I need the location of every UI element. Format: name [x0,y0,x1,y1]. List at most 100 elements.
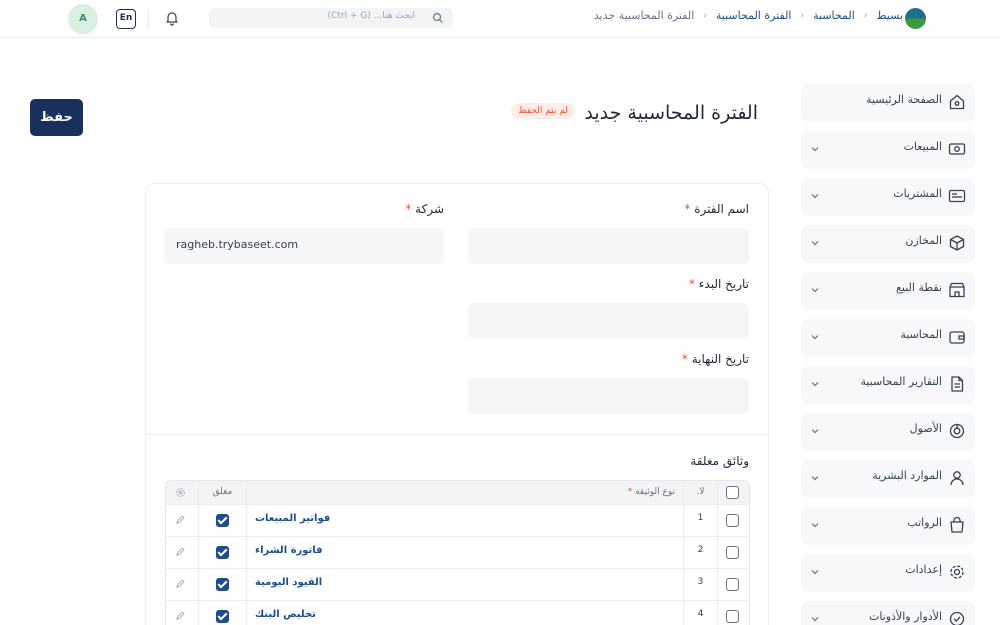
company-label-text: شركة [415,202,444,216]
chevron-down-icon [811,523,819,528]
row-checkbox[interactable] [726,610,739,623]
sidebar-item-label: الأدوار والأذونات [868,610,942,623]
breadcrumb-separator: ‹ [703,10,707,21]
purchases-icon [948,189,966,203]
required-mark: * [681,352,688,366]
select-all-cell [717,481,749,504]
sidebar-item-label: التقارير المحاسبية [860,375,942,388]
sidebar-item-warehouses[interactable]: المخازن [801,225,975,263]
pencil-icon[interactable] [175,546,186,557]
select-all-checkbox[interactable] [726,486,739,499]
sidebar-item-pos[interactable]: نقطة البيع [801,272,975,310]
sidebar-item-assets[interactable]: الأصول [801,413,975,451]
sidebar-item-accounting[interactable]: المحاسبة [801,319,975,357]
breadcrumb-separator: ‹ [800,10,805,21]
closed-checkbox[interactable] [216,514,229,527]
sidebar-item-settings[interactable]: إعدادات [801,554,975,592]
sidebar-item-hr[interactable]: الموارد البشرية [801,460,975,498]
closed-checkbox[interactable] [216,578,229,591]
sidebar-item-label: المحاسبة [900,328,942,341]
row-checkbox[interactable] [726,546,739,559]
end-date-field[interactable] [468,378,749,414]
row-doc-type-cell[interactable]: القيود اليومية [246,569,683,600]
sidebar-item-purchases[interactable]: المشتريات [801,178,975,216]
breadcrumb-accounting[interactable]: المحاسبة [813,9,855,22]
gear-icon [950,565,964,579]
bell-icon[interactable] [164,10,180,26]
table-row[interactable]: 1 فواتير المبيعات [166,505,749,537]
header-doc-type-cell: نوع الوثيقة * [246,481,683,504]
row-num: 1 [697,513,704,523]
sidebar-item-label: الموارد البشرية [872,469,942,482]
end-date-label: تاريخ النهاية * [682,352,749,366]
breadcrumb-accounting-period[interactable]: الفترة المحاسبية [716,9,792,22]
company-field[interactable]: ragheb.trybaseet.com [164,228,444,264]
sidebar-item-roles[interactable]: الأدوار والأذونات [801,601,975,625]
app-logo-icon[interactable] [905,8,926,29]
pencil-icon[interactable] [175,578,186,589]
header-settings-cell [166,481,198,504]
row-doc-type-cell[interactable]: تخليص البنك [246,601,683,625]
chevron-down-icon [811,617,819,622]
sidebar-item-label: المشتريات [893,187,942,200]
sidebar: الصفحة الرئيسية المبيعات المشتريات المخا… [801,84,975,625]
table-row[interactable]: 2 فاتورة الشراء [166,537,749,569]
row-doc-type: فواتير المبيعات [255,513,331,524]
closed-documents-table: لا. نوع الوثيقة * مغلق 1 فواتير المبيعات… [165,480,750,625]
chevron-down-icon [811,570,819,575]
sidebar-item-sales[interactable]: المبيعات [801,131,975,169]
avatar[interactable]: A [68,4,98,34]
save-button[interactable]: حفظ [30,99,83,136]
wallet-icon [949,331,965,344]
breadcrumb-separator: ‹ [863,10,868,21]
start-date-label: تاريخ البدء * [689,277,749,291]
cash-icon [948,143,966,155]
closed-checkbox[interactable] [216,610,229,623]
row-edit-cell [166,569,198,600]
row-doc-type: القيود اليومية [255,577,323,588]
row-num: 4 [697,609,704,619]
pencil-icon[interactable] [175,610,186,621]
row-doc-type-cell[interactable]: فواتير المبيعات [246,505,683,536]
breadcrumb-current: الفترة المحاسبية جديد [593,9,695,22]
breadcrumb-home[interactable]: بسيط [876,9,903,22]
row-edit-cell [166,601,198,625]
row-checkbox[interactable] [726,578,739,591]
start-date-field[interactable] [468,303,749,339]
required-mark: * [405,202,412,216]
chevron-down-icon [811,335,819,340]
sidebar-item-payroll[interactable]: الرواتب [801,507,975,545]
chevron-down-icon [811,194,819,199]
language-toggle-button[interactable]: En [116,9,136,29]
required-mark: * [627,487,633,497]
search-icon [432,12,443,23]
store-icon [949,282,965,298]
pie-icon [949,423,965,439]
table-row[interactable]: 4 تخليص البنك [166,601,749,625]
company-value: ragheb.trybaseet.com [176,238,299,251]
closed-checkbox[interactable] [216,546,229,559]
user-icon [950,471,964,486]
header-doc-type-text: نوع الوثيقة [635,487,675,497]
sidebar-item-home[interactable]: الصفحة الرئيسية [801,84,975,122]
search-input[interactable]: ابحث هنا... (Ctrl + G) [209,8,453,28]
row-select-cell [717,601,749,625]
status-badge: لم يتم الحفظ [511,103,575,119]
end-date-label-text: تاريخ النهاية [691,352,749,366]
row-closed-cell [198,601,246,625]
chevron-down-icon [811,147,819,152]
start-date-label-text: تاريخ البدء [698,277,749,291]
row-doc-type-cell[interactable]: فاتورة الشراء [246,537,683,568]
pencil-icon[interactable] [175,514,186,525]
sidebar-item-accounting-reports[interactable]: التقارير المحاسبية [801,366,975,404]
row-num-cell: 2 [683,537,717,568]
sidebar-item-label: نقطة البيع [896,281,942,294]
table-row[interactable]: 3 القيود اليومية [166,569,749,601]
required-mark: * [684,202,691,216]
row-checkbox[interactable] [726,514,739,527]
chevron-down-icon [811,429,819,434]
sidebar-item-label: الرواتب [907,516,942,529]
period-name-field[interactable] [468,228,749,264]
row-edit-cell [166,537,198,568]
gear-icon[interactable] [175,487,186,498]
